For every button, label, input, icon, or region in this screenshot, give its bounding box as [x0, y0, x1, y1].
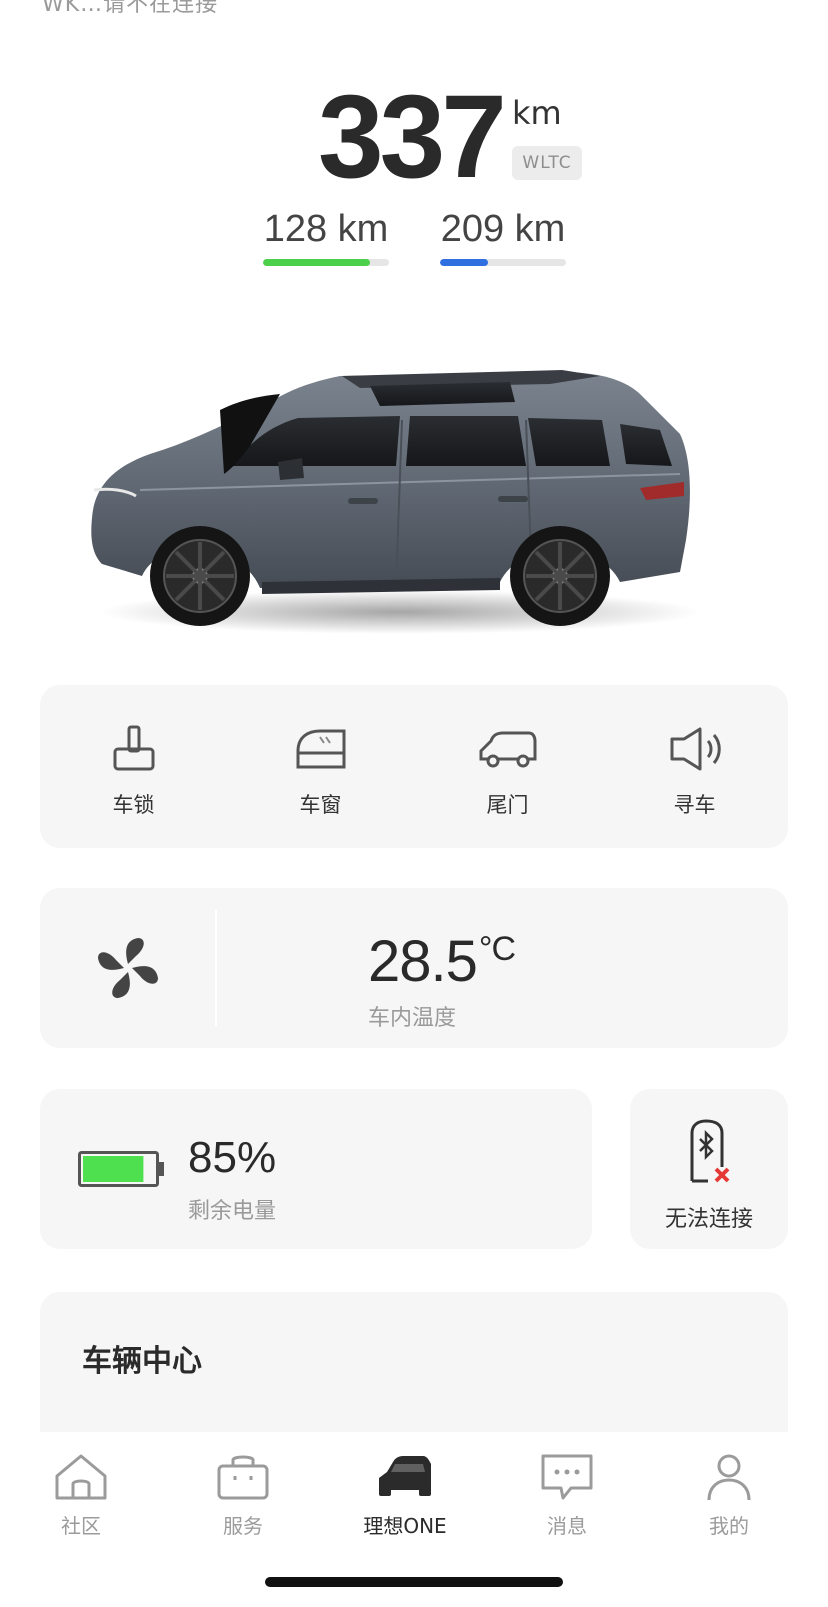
fuel-range-fill — [440, 259, 488, 266]
battery-label: 剩余电量 — [188, 1199, 277, 1224]
suv-illustration — [91, 370, 700, 634]
fuel-range: 209 km — [440, 208, 566, 266]
tab-messages-label: 消息 — [547, 1514, 587, 1538]
temperature-unit: °C — [478, 930, 516, 968]
shopping-bag-icon — [217, 1455, 269, 1500]
range-standard-badge: WLTC — [512, 146, 582, 180]
tailgate-button[interactable]: 尾门 — [414, 685, 601, 848]
battery-percent: 85% — [188, 1133, 277, 1182]
tab-community[interactable]: 社区 — [26, 1450, 136, 1539]
message-icon — [541, 1454, 593, 1500]
tab-service-label: 服务 — [223, 1514, 263, 1538]
find-car-label: 寻车 — [673, 793, 716, 817]
fuel-range-label: 209 km — [440, 208, 566, 250]
status-line: WK…请不在连接 — [42, 0, 219, 17]
tab-messages[interactable]: 消息 — [512, 1450, 622, 1539]
bluetooth-status-label: 无法连接 — [664, 1207, 753, 1232]
battery-card[interactable]: 85% 剩余电量 — [40, 1089, 592, 1249]
electric-range-label: 128 km — [263, 208, 389, 250]
electric-range-fill — [263, 259, 371, 266]
lock-icon — [113, 725, 155, 771]
fan-button[interactable] — [62, 910, 212, 1026]
tab-profile[interactable]: 我的 — [674, 1450, 784, 1539]
range-value: 337 — [318, 71, 507, 203]
temperature-value: 28.5 — [368, 929, 478, 994]
range-panel: 337 km WLTC — [0, 78, 828, 198]
tab-community-label: 社区 — [61, 1514, 101, 1538]
fuel-range-bar — [440, 259, 566, 266]
bluetooth-key-disconnected-icon — [690, 1119, 730, 1183]
cabin-temperature: 28.5°C — [368, 928, 516, 995]
electric-range: 128 km — [263, 208, 389, 266]
range-unit: km — [512, 94, 562, 132]
vehicle-image — [80, 350, 720, 650]
lock-label: 车锁 — [112, 793, 155, 817]
fan-icon — [98, 938, 158, 998]
bluetooth-key-card[interactable]: 无法连接 — [630, 1089, 788, 1249]
climate-divider — [215, 910, 217, 1026]
window-label: 车窗 — [299, 793, 342, 817]
find-car-speaker-icon — [670, 727, 721, 771]
quick-controls-card: 车锁 车窗 尾门 寻车 — [40, 685, 788, 848]
electric-range-bar — [263, 259, 389, 266]
tailgate-icon — [479, 731, 537, 768]
cabin-temperature-label: 车内温度 — [368, 1006, 457, 1031]
tab-li-one-label: 理想ONE — [363, 1514, 447, 1538]
vehicle-center-title: 车辆中心 — [82, 1344, 202, 1379]
tab-profile-label: 我的 — [709, 1514, 749, 1538]
tab-service[interactable]: 服务 — [188, 1450, 298, 1539]
window-button[interactable]: 车窗 — [227, 685, 414, 848]
climate-card[interactable]: 28.5°C 车内温度 — [40, 888, 788, 1048]
home-icon — [55, 1454, 107, 1500]
tailgate-label: 尾门 — [486, 793, 529, 817]
battery-icon — [78, 1151, 164, 1187]
window-icon — [296, 729, 346, 769]
battery-level-fill — [83, 1156, 144, 1182]
find-car-button[interactable]: 寻车 — [601, 685, 788, 848]
home-indicator[interactable] — [265, 1577, 563, 1587]
person-icon — [707, 1454, 751, 1501]
lock-button[interactable]: 车锁 — [40, 685, 227, 848]
car-icon — [379, 1456, 431, 1496]
tab-li-one[interactable]: 理想ONE — [350, 1450, 460, 1539]
